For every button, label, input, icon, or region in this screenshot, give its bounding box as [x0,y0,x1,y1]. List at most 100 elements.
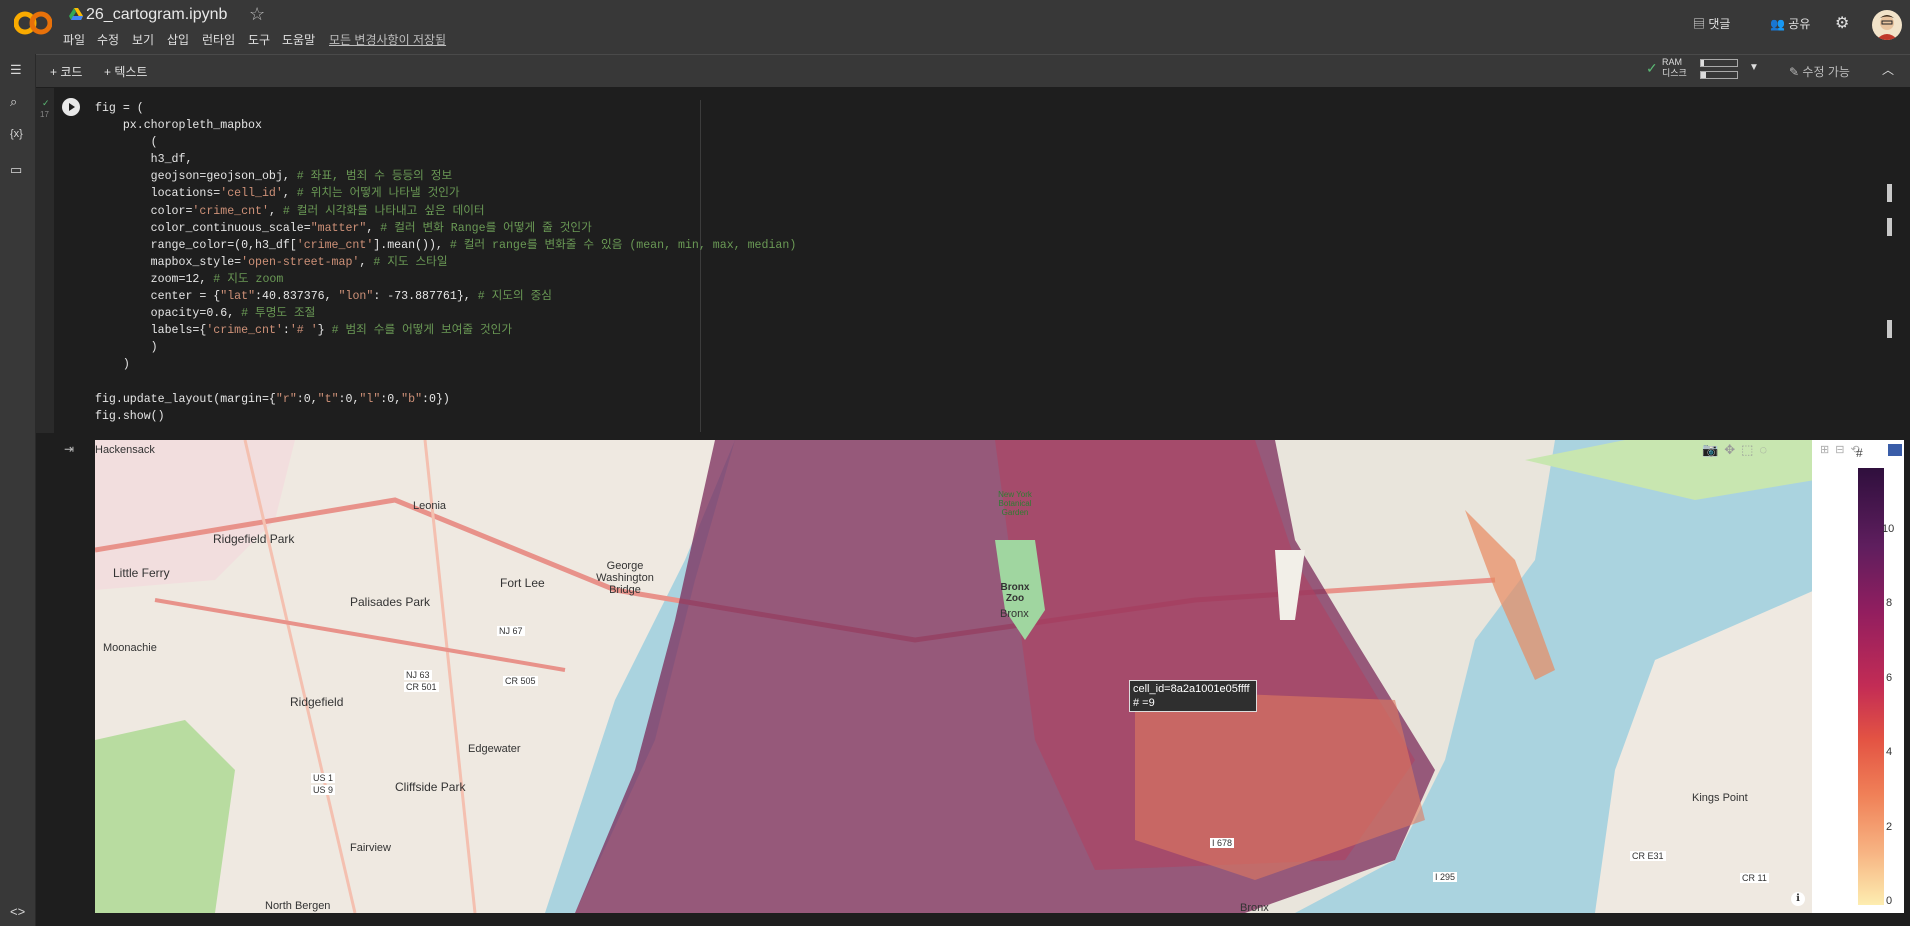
header-bar: 26_cartogram.ipynb ☆ 파일 수정 보기 삽입 런타임 도구 … [0,0,1910,54]
share-button[interactable]: 👥 공유 [1770,15,1810,32]
saved-status[interactable]: 모든 변경사항이 저장됨 [329,31,446,48]
map-label: George Washington Bridge [596,560,654,596]
add-code-button[interactable]: + 코드 [50,63,82,80]
avatar[interactable] [1872,10,1902,40]
select-box-icon[interactable]: ⬚ [1741,442,1759,457]
code-line: geojson=geojson_obj, # 좌표, 범죄 수 등등의 정보 [95,170,453,184]
code-line: ) [95,358,130,372]
code-line: locations='cell_id', # 위치는 어떻게 나타낼 것인가 [95,187,460,201]
files-icon[interactable]: ▭ [10,162,26,178]
plotly-logo-icon[interactable] [1888,444,1902,456]
comments-label: 댓글 [1708,17,1731,31]
colorbar-title: # [1856,446,1863,460]
check-icon: ✓ [1646,60,1658,76]
code-editor[interactable]: fig = ( px.choropleth_mapbox ( h3_df, ge… [95,100,796,425]
colab-logo[interactable] [14,10,52,36]
map-label: CR E31 [1630,851,1666,861]
search-icon[interactable]: ⌕ [10,94,26,110]
map-label: Hackensack [95,444,155,456]
menu-tools[interactable]: 도구 [248,31,270,48]
code-line: px.choropleth_mapbox [95,119,262,133]
variables-icon[interactable]: {x} [10,128,26,144]
ram-label: RAM [1662,57,1682,67]
pan-icon[interactable]: ✥ [1724,442,1741,457]
gear-icon[interactable]: ⚙ [1835,13,1849,33]
output-icon[interactable]: ⇥ [64,442,74,456]
comments-button[interactable]: ▤ 댓글 [1693,15,1730,32]
map-label: Bronx [1240,902,1269,913]
code-line: ( [95,136,158,150]
disk-bar [1700,71,1738,79]
code-line: range_color=(0,h3_df['crime_cnt'].mean()… [95,238,797,252]
edit-mode-label: 수정 가능 [1802,65,1850,79]
map-label: Fairview [350,842,391,854]
table-of-contents-icon[interactable]: ☰ [10,62,26,78]
zoom-in-icon[interactable]: ⊞ [1820,444,1835,456]
map-label: Kings Point [1692,792,1748,804]
camera-icon[interactable]: 📷 [1702,442,1724,457]
add-text-button[interactable]: + 텍스트 [104,63,147,80]
map-label: Ridgefield Park [213,532,295,546]
code-line: opacity=0.6, # 투명도 조절 [95,307,316,321]
cell-gutter: ✓ 17 [36,88,54,433]
scroll-marker [1887,218,1892,236]
menu-runtime[interactable]: 런타임 [202,31,235,48]
share-label: 공유 [1788,17,1811,31]
info-icon[interactable]: ℹ [1791,892,1805,906]
resource-monitor[interactable]: RAM 디스크 [1662,57,1687,79]
colorbar-tick: 4 [1886,746,1893,758]
map-label: Leonia [413,500,447,512]
cell-status-check-icon: ✓ [42,98,50,108]
menu-edit[interactable]: 수정 [97,31,119,48]
lasso-icon[interactable]: ◌ [1759,442,1773,457]
choropleth-map[interactable]: Hackensack Leonia Ridgefield Park Little… [95,440,1815,913]
code-line: fig = ( [95,102,144,115]
map-label: NJ 63 [404,670,432,680]
code-line: ) [95,341,158,355]
map-label: Little Ferry [113,566,170,580]
map-label: US 9 [311,785,336,795]
pencil-icon: ✎ [1789,65,1800,79]
map-label: Cliffside Park [395,780,466,794]
colorbar [1858,468,1884,905]
colorbar-tick: 0 [1886,895,1893,907]
menu-insert[interactable]: 삽입 [167,31,189,48]
people-icon: 👥 [1770,17,1785,31]
map-label: CR 505 [503,676,538,686]
drive-icon [69,8,83,20]
code-line: fig.update_layout(margin={"r":0,"t":0,"l… [95,392,450,406]
edit-mode-button[interactable]: ✎ 수정 가능 [1789,63,1850,80]
code-line: color_continuous_scale="matter", # 컬러 변화… [95,221,592,235]
map-label: US 1 [311,773,336,783]
run-cell-button[interactable] [62,98,80,116]
map-label: Ridgefield [290,695,344,709]
map-label: Bronx Zoo [1000,582,1030,604]
tooltip-cell-id: cell_id=8a2a1001e05ffff [1133,683,1250,695]
collapse-icon[interactable]: ︿ [1882,61,1894,78]
notebook-toolbar: + 코드 + 텍스트 ✓ RAM 디스크 ▼ ✎ 수정 가능 ︿ [36,54,1910,87]
scroll-marker [1887,320,1892,338]
code-line: zoom=12, # 지도 zoom [95,272,284,286]
code-line: labels={'crime_cnt':'# '} # 범죄 수를 어떻게 보여… [95,324,513,338]
map-label: Palisades Park [350,595,431,609]
menu-help[interactable]: 도움말 [282,31,315,48]
play-icon [69,103,75,111]
menu-view[interactable]: 보기 [132,31,154,48]
notebook-title[interactable]: 26_cartogram.ipynb [86,6,227,24]
zoom-out-icon[interactable]: ⊟ [1835,444,1850,456]
colorbar-tick: 8 [1886,597,1893,609]
plotly-modebar: 📷✥⬚◌ [1702,442,1773,458]
map-label: I 295 [1433,872,1458,882]
code-line: mapbox_style='open-street-map', # 지도 스타일 [95,255,448,269]
code-line: h3_df, [95,153,193,167]
chevron-down-icon[interactable]: ▼ [1749,62,1759,73]
code-snippets-icon[interactable]: <> [10,904,26,920]
hover-tooltip: cell_id=8a2a1001e05ffff # =9 [1129,680,1257,712]
colorbar-tick: 6 [1886,672,1893,684]
map-label: North Bergen [265,900,331,912]
disk-label: 디스크 [1662,68,1687,78]
menu-file[interactable]: 파일 [63,31,85,48]
star-icon[interactable]: ☆ [249,4,265,25]
map-label: CR 11 [1740,873,1769,883]
